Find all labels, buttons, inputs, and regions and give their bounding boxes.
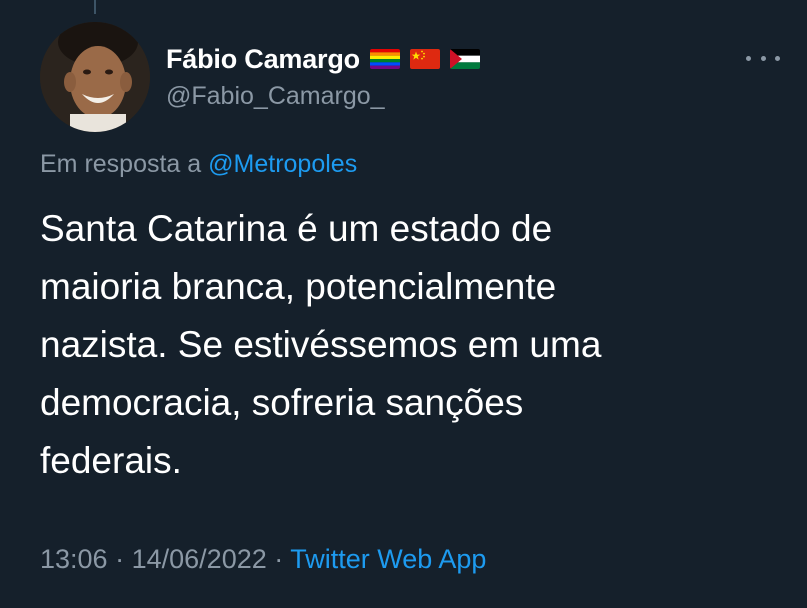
tweet-header: Fábio Camargo @Fabio_Camargo_ (40, 22, 780, 134)
china-flag-icon (409, 49, 440, 69)
palestine-flag-icon (449, 49, 480, 69)
tweet-source-link[interactable]: Twitter Web App (290, 544, 486, 574)
tweet-date[interactable]: 14/06/2022 (132, 544, 267, 574)
avatar-photo (40, 22, 150, 132)
rainbow-flag-icon (369, 49, 400, 69)
tweet-text-line: federais. (40, 440, 182, 481)
more-dots-icon (775, 55, 780, 61)
more-dots-icon (760, 55, 766, 61)
tweet-time[interactable]: 13:06 (40, 544, 108, 574)
author-names: Fábio Camargo @Fabio_Camargo_ (166, 42, 480, 111)
meta-separator: · (274, 544, 284, 574)
tweet-metadata: 13:06 · 14/06/2022 · Twitter Web App (40, 544, 486, 575)
display-name-row: Fábio Camargo (166, 42, 480, 76)
tweet-text: Santa Catarina é um estado de maioria br… (40, 200, 760, 490)
tweet-text-line: democracia, sofreria sanções (40, 382, 524, 423)
more-dots-icon (746, 55, 751, 61)
tweet-text-line: maioria branca, potencialmente (40, 266, 557, 307)
display-name[interactable]: Fábio Camargo (166, 44, 360, 75)
meta-separator: · (115, 544, 125, 574)
avatar[interactable] (40, 22, 150, 132)
tweet-text-line: nazista. Se estivéssemos em uma (40, 324, 602, 365)
tweet-text-line: Santa Catarina é um estado de (40, 208, 553, 249)
reply-mention-link[interactable]: @Metropoles (208, 150, 357, 178)
more-options-button[interactable] (746, 50, 780, 66)
thread-connector-line (94, 0, 96, 14)
reply-prefix: Em resposta a (40, 150, 202, 178)
author-handle[interactable]: @Fabio_Camargo_ (166, 82, 480, 111)
reply-context: Em resposta a @Metropoles (40, 150, 357, 179)
